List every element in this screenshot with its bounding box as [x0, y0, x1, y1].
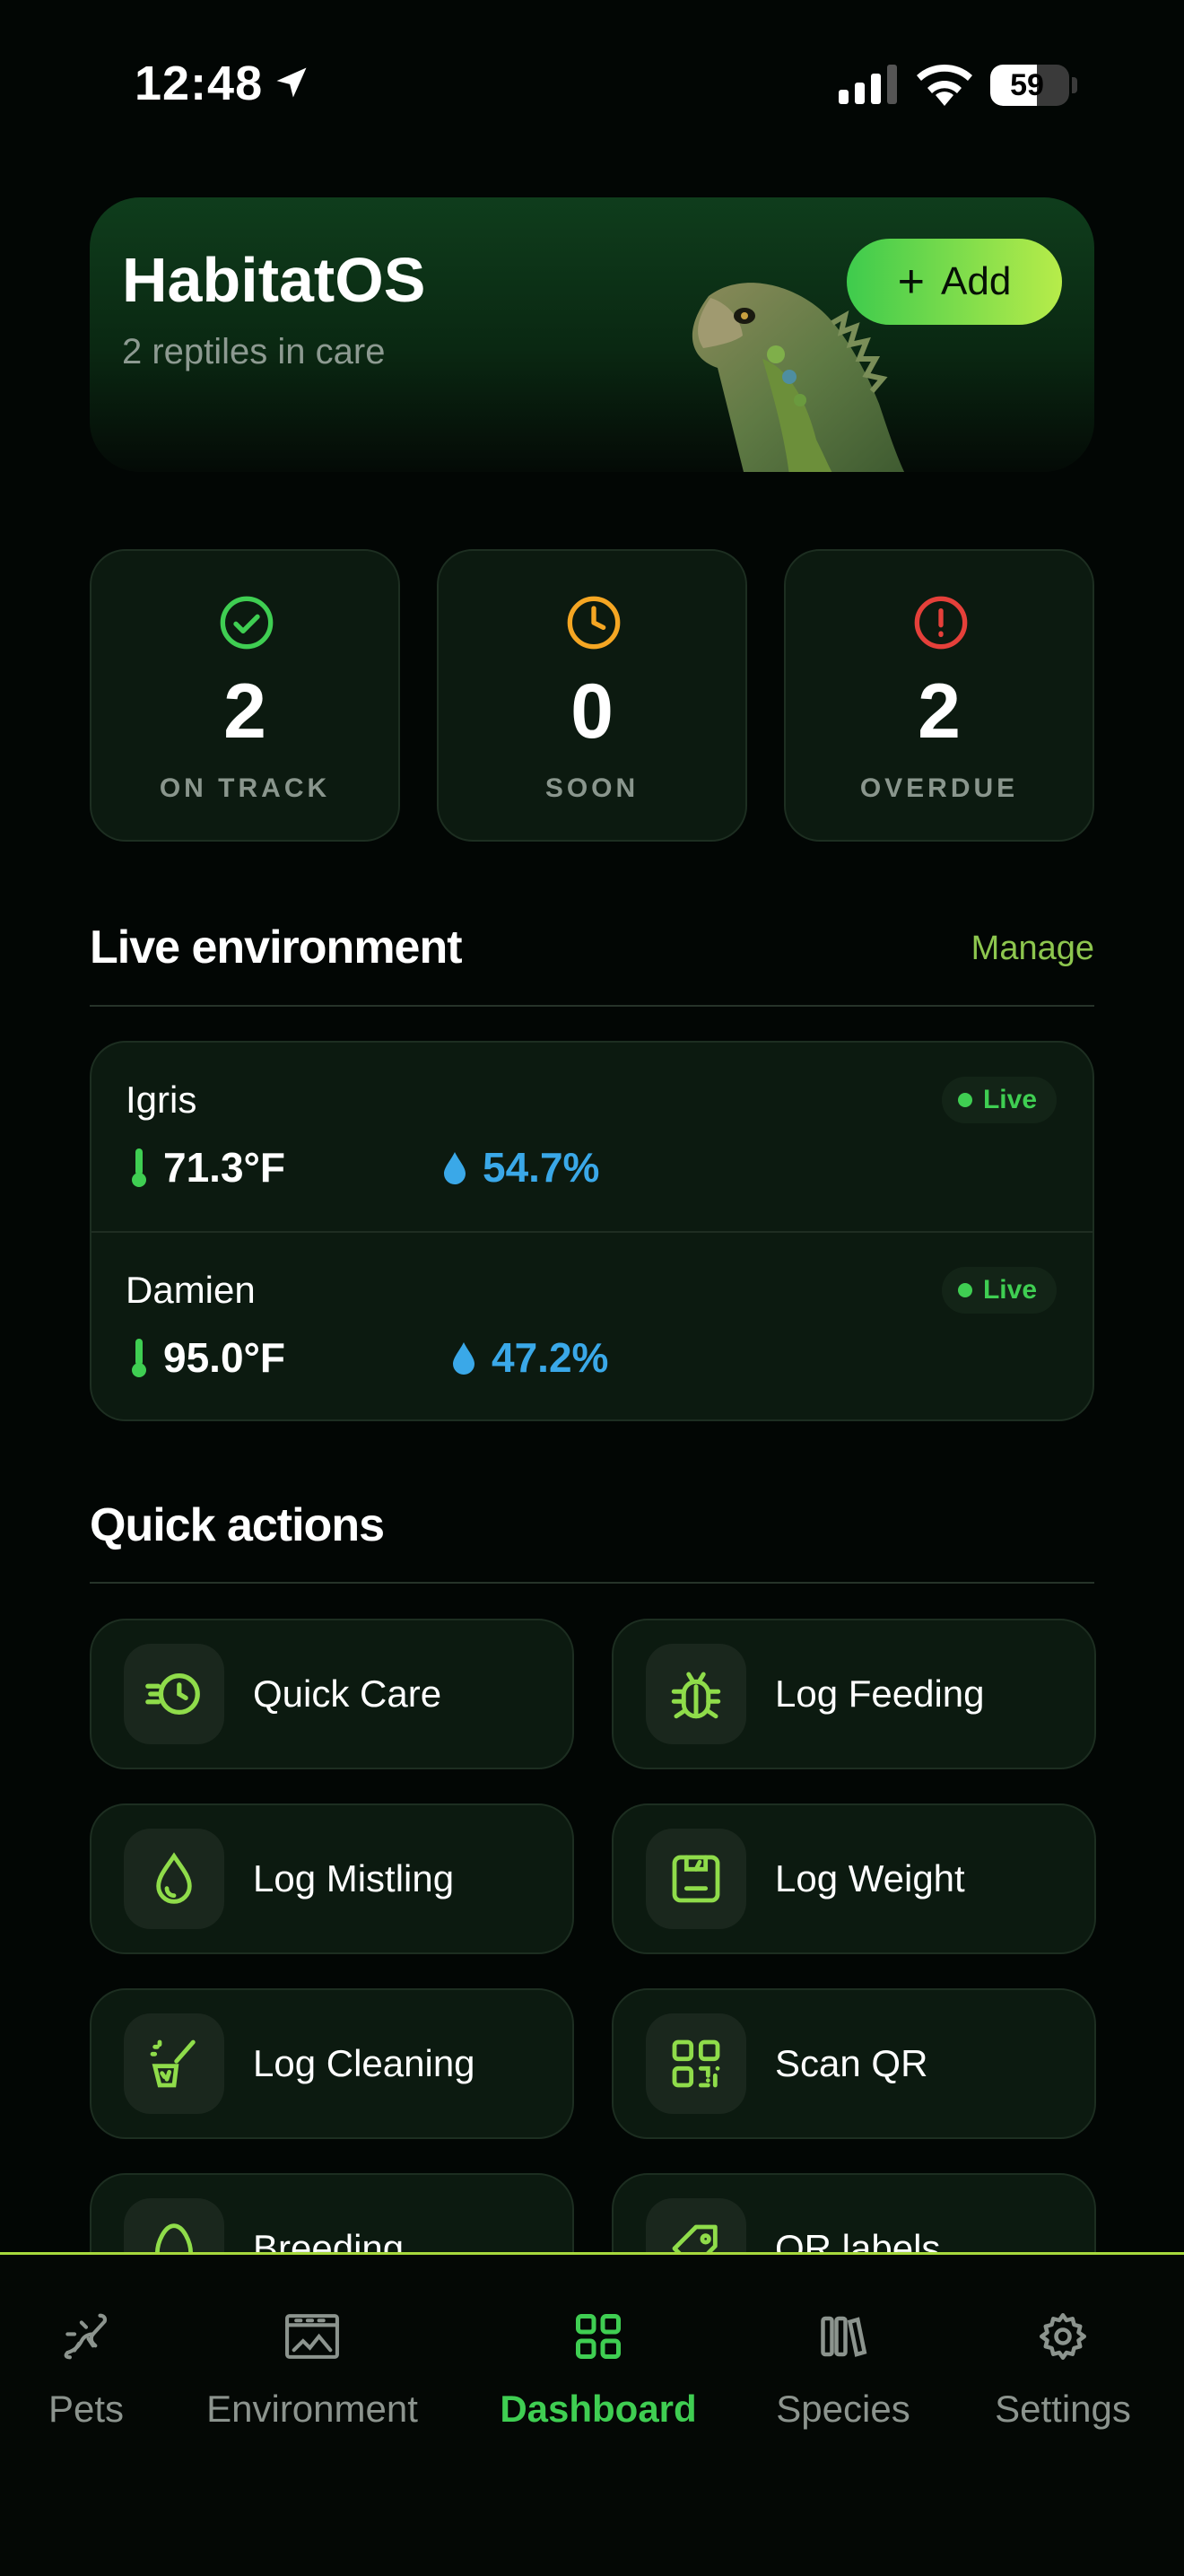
books-icon	[821, 2316, 867, 2357]
humidity-value: 54.7%	[483, 1144, 600, 1191]
stat-value: 0	[570, 668, 614, 755]
droplet-icon	[444, 1152, 466, 1184]
live-label: Live	[982, 1275, 1037, 1305]
quick-action-label: Log Mistling	[253, 1857, 455, 1899]
droplet-icon	[156, 1852, 192, 1904]
section-divider	[90, 1005, 1094, 1007]
environment-row-damien[interactable]: Damien Live 95.0°F 47.2%	[91, 1231, 1093, 1419]
stat-label: OVERDUE	[859, 773, 1019, 803]
quick-care-button[interactable]: Quick Care	[90, 1619, 574, 1769]
clock-icon	[567, 596, 621, 650]
status-time: 12:48	[135, 57, 264, 110]
quick-action-label: Quick Care	[253, 1672, 442, 1715]
grid-icon	[576, 2314, 621, 2359]
tab-label: Environment	[206, 2388, 418, 2430]
quick-care-icon-tile	[124, 1644, 224, 1744]
quick-action-label: Log Weight	[775, 1857, 965, 1899]
app-title: HabitatOS	[122, 245, 426, 315]
stat-on-track[interactable]: 2 ON TRACK	[90, 549, 400, 842]
quick-actions-title: Quick actions	[90, 1499, 385, 1551]
stat-value: 2	[223, 668, 266, 755]
live-badge: Live	[941, 1267, 1057, 1314]
battery-indicator: 59	[990, 65, 1069, 106]
gear-icon	[1040, 2313, 1086, 2360]
tab-dashboard[interactable]: Dashboard	[495, 2305, 701, 2431]
section-divider	[90, 1582, 1094, 1584]
temperature-value: 71.3°F	[163, 1144, 286, 1191]
log-feeding-icon-tile	[646, 1644, 746, 1744]
thermometer-icon	[132, 1339, 146, 1377]
pet-name: Igris	[126, 1078, 197, 1121]
cleaning-brush-icon	[150, 2039, 196, 2088]
scale-icon	[672, 1855, 720, 1903]
battery-percent: 59	[1010, 68, 1044, 102]
temperature-value: 95.0°F	[163, 1334, 286, 1381]
live-dot-icon	[957, 1283, 972, 1297]
log-weight-button[interactable]: Log Weight	[612, 1803, 1096, 1954]
log-cleaning-icon-tile	[124, 2013, 224, 2114]
tab-label: Species	[776, 2388, 910, 2430]
alert-circle-icon	[914, 596, 968, 650]
manage-link[interactable]: Manage	[971, 930, 1094, 968]
quick-care-clock-icon	[145, 1672, 200, 1716]
bottom-tab-bar: Pets Environment Dashboard Species Setti…	[0, 2252, 1184, 2576]
tab-pets[interactable]: Pets	[36, 2305, 136, 2431]
log-mistling-icon-tile	[124, 1829, 224, 1929]
scan-qr-icon-tile	[646, 2013, 746, 2114]
wifi-icon	[917, 65, 972, 106]
status-bar: 12:48 59	[0, 0, 1184, 170]
humidity-reading: 47.2%	[450, 1333, 608, 1382]
quick-action-label: Log Feeding	[775, 1672, 985, 1715]
live-environment-title: Live environment	[90, 921, 463, 974]
reptile-count: 2 reptiles in care	[122, 332, 386, 371]
live-label: Live	[982, 1085, 1037, 1114]
stat-label: SOON	[544, 773, 640, 803]
live-dot-icon	[957, 1093, 972, 1107]
temperature-reading: 71.3°F	[129, 1143, 285, 1192]
quick-action-label: Log Cleaning	[253, 2042, 475, 2084]
stat-soon[interactable]: 0 SOON	[437, 549, 747, 842]
stat-overdue[interactable]: 2 OVERDUE	[784, 549, 1094, 842]
temperature-reading: 95.0°F	[129, 1333, 285, 1382]
tab-environment[interactable]: Environment	[196, 2305, 429, 2431]
check-circle-icon	[220, 596, 274, 650]
environment-row-igris[interactable]: Igris Live 71.3°F 54.7%	[91, 1043, 1093, 1231]
tab-label: Dashboard	[500, 2388, 697, 2430]
header-card: HabitatOS 2 reptiles in care + Add	[90, 197, 1094, 472]
terrarium-icon	[285, 2314, 339, 2359]
location-arrow-icon	[276, 67, 307, 98]
log-weight-icon-tile	[646, 1829, 746, 1929]
tab-species[interactable]: Species	[771, 2305, 915, 2431]
log-feeding-button[interactable]: Log Feeding	[612, 1619, 1096, 1769]
log-cleaning-button[interactable]: Log Cleaning	[90, 1988, 574, 2139]
droplet-icon	[453, 1342, 474, 1375]
log-mistling-button[interactable]: Log Mistling	[90, 1803, 574, 1954]
add-button-label: Add	[941, 259, 1012, 303]
lizard-icon	[64, 2313, 108, 2360]
environment-card: Igris Live 71.3°F 54.7% Damien Live 95.0…	[90, 1041, 1094, 1421]
tab-label: Pets	[48, 2388, 125, 2430]
thermometer-icon	[132, 1148, 146, 1187]
tab-settings[interactable]: Settings	[987, 2305, 1139, 2431]
battery-tip	[1072, 77, 1077, 93]
tab-label: Settings	[995, 2388, 1131, 2430]
stat-label: ON TRACK	[159, 773, 331, 803]
bug-icon	[671, 1672, 721, 1719]
plus-icon: +	[897, 256, 926, 308]
quick-action-label: Scan QR	[775, 2042, 928, 2084]
add-pet-button[interactable]: + Add	[847, 239, 1062, 325]
humidity-value: 47.2%	[492, 1334, 609, 1381]
stat-value: 2	[918, 668, 961, 755]
cellular-signal-icon	[839, 65, 897, 104]
humidity-reading: 54.7%	[441, 1143, 599, 1192]
pet-name: Damien	[126, 1269, 256, 1311]
scan-qr-button[interactable]: Scan QR	[612, 1988, 1096, 2139]
qr-code-icon	[672, 2039, 720, 2088]
live-badge: Live	[941, 1077, 1057, 1123]
